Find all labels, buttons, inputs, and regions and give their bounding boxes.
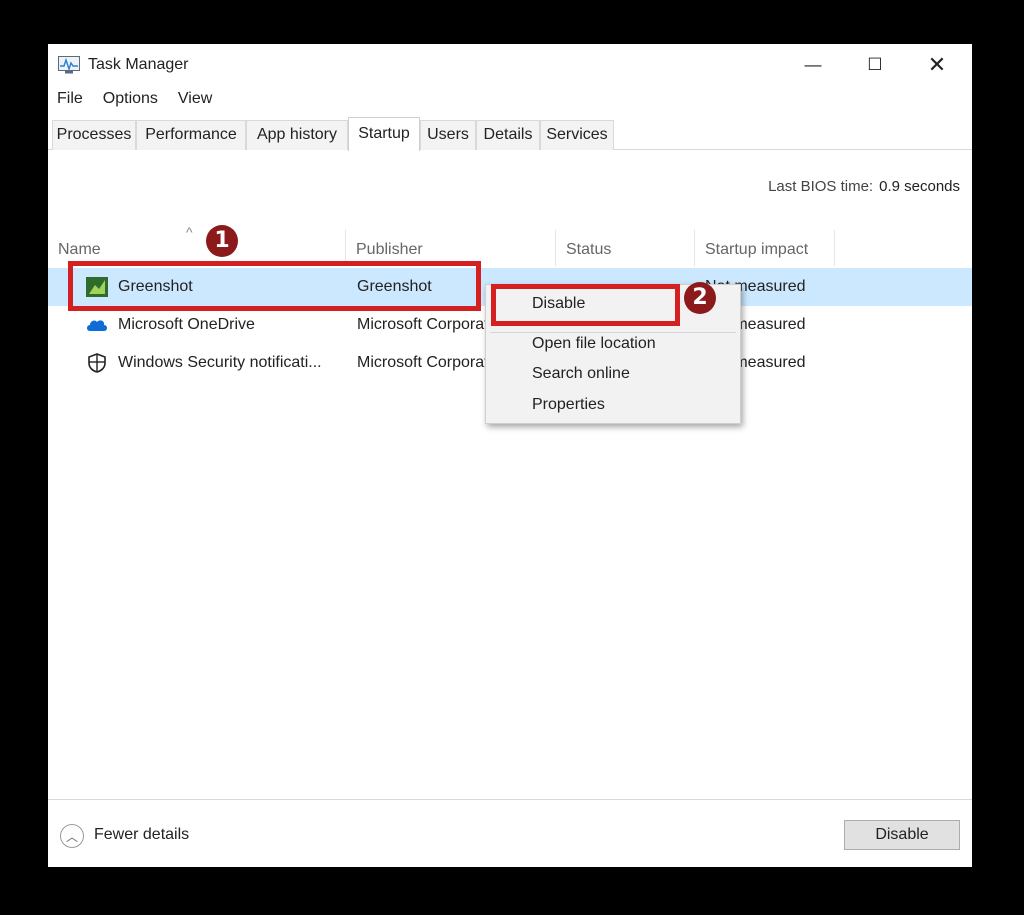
shield-icon [88, 353, 106, 373]
tab-startup[interactable]: Startup [348, 117, 420, 151]
tab-processes[interactable]: Processes [52, 120, 136, 150]
maximize-button[interactable]: ☐ [844, 44, 906, 86]
footer: ︿ Fewer details Disable [48, 799, 972, 867]
tab-app-history[interactable]: App history [246, 120, 348, 150]
highlight-box-greenshot-row [68, 261, 481, 311]
close-button[interactable]: ✕ [906, 44, 968, 86]
menu-file[interactable]: File [48, 88, 93, 112]
tab-details[interactable]: Details [476, 120, 540, 150]
menu-options[interactable]: Options [93, 88, 168, 112]
step-marker-2: 2 [684, 282, 716, 314]
highlight-box-disable-item [491, 284, 680, 326]
bios-time: Last BIOS time: 0.9 seconds [768, 178, 960, 195]
window-title: Task Manager [88, 56, 189, 73]
row-name: Windows Security notificati... [118, 354, 322, 371]
bios-time-value: 0.9 seconds [879, 178, 960, 195]
task-manager-window: Task Manager — ☐ ✕ File Options View Pro… [48, 44, 972, 867]
bios-time-label: Last BIOS time: [768, 178, 874, 195]
context-menu-properties[interactable]: Properties [532, 396, 605, 414]
tab-users[interactable]: Users [420, 120, 476, 150]
context-menu-open-file-location[interactable]: Open file location [532, 335, 656, 353]
column-header-startup-impact[interactable]: Startup impact [695, 230, 835, 266]
disable-button[interactable]: Disable [844, 820, 960, 850]
context-menu-separator [490, 332, 736, 333]
context-menu-search-online[interactable]: Search online [532, 365, 630, 383]
row-publisher: Microsoft Corporation [357, 316, 485, 333]
tab-strip: Processes Performance App history Startu… [48, 117, 972, 151]
tab-performance[interactable]: Performance [136, 120, 246, 150]
column-header-status[interactable]: Status [556, 230, 695, 266]
task-manager-icon [58, 56, 80, 74]
title-bar: Task Manager — ☐ ✕ [48, 44, 972, 86]
onedrive-cloud-icon [87, 320, 107, 331]
menu-bar: File Options View [48, 88, 222, 112]
row-name: Microsoft OneDrive [118, 316, 255, 333]
chevron-up-circle-icon[interactable]: ︿ [60, 824, 84, 848]
row-publisher: Microsoft Corporation [357, 354, 485, 371]
menu-view[interactable]: View [168, 88, 222, 112]
tab-services[interactable]: Services [540, 120, 614, 150]
step-marker-1: 1 [206, 225, 238, 257]
fewer-details-link[interactable]: Fewer details [94, 826, 189, 844]
minimize-button[interactable]: — [782, 44, 844, 86]
